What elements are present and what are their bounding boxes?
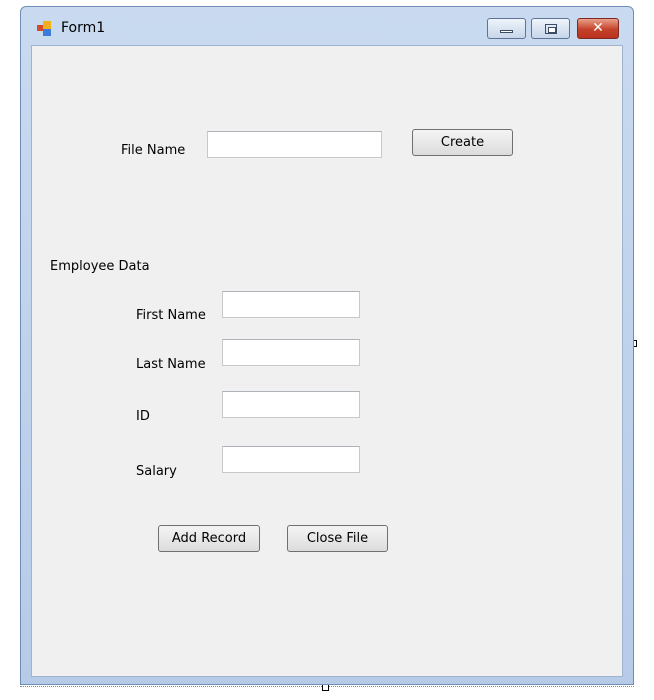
minimize-icon (500, 30, 513, 33)
window-title: Form1 (61, 20, 106, 36)
file-name-label: File Name (121, 143, 186, 158)
app-form-icon (37, 21, 53, 37)
last-name-input[interactable] (222, 339, 360, 366)
first-name-label: First Name (136, 308, 206, 323)
first-name-input[interactable] (222, 291, 360, 318)
resize-handle-bottom[interactable] (322, 684, 329, 691)
form-client-area: File Name Create Employee Data First Nam… (31, 45, 623, 677)
close-button[interactable]: ✕ (577, 18, 619, 39)
minimize-button[interactable] (487, 18, 526, 39)
add-record-button[interactable]: Add Record (158, 525, 260, 552)
create-button[interactable]: Create (412, 129, 513, 156)
employee-data-heading: Employee Data (50, 259, 150, 274)
title-bar[interactable]: Form1 ✕ (21, 7, 633, 45)
close-icon: ✕ (592, 20, 604, 36)
maximize-button[interactable] (531, 18, 570, 39)
close-file-button[interactable]: Close File (287, 525, 388, 552)
id-label: ID (136, 409, 150, 424)
salary-input[interactable] (222, 446, 360, 473)
salary-label: Salary (136, 464, 177, 479)
form-window: Form1 ✕ File Name Create Employee Data F… (20, 6, 634, 685)
maximize-icon (545, 24, 557, 34)
id-input[interactable] (222, 391, 360, 418)
file-name-input[interactable] (207, 131, 382, 158)
last-name-label: Last Name (136, 357, 206, 372)
